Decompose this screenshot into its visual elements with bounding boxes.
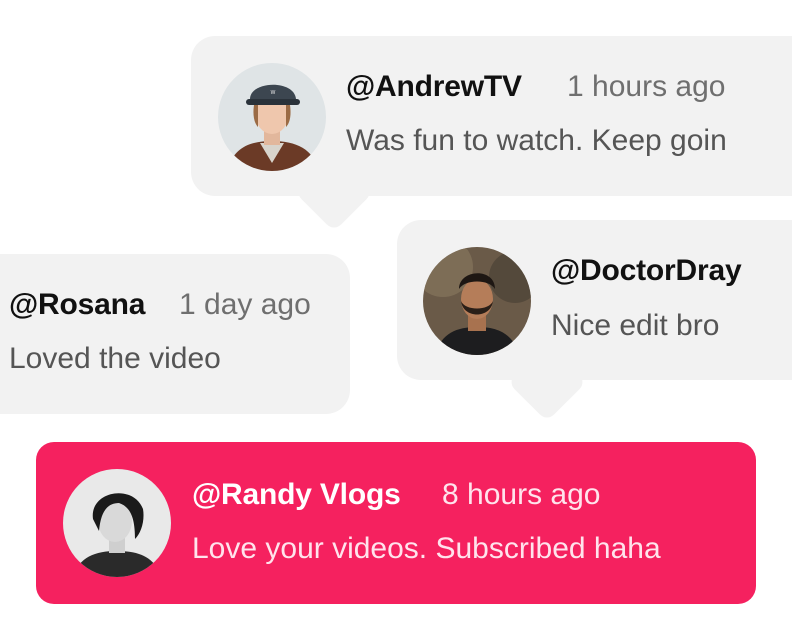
comment-bubble-rosana[interactable]	[0, 254, 350, 414]
avatar-doctordray[interactable]	[423, 247, 531, 355]
comment-text: Nice edit bro	[551, 309, 720, 342]
comment-handle[interactable]: @DoctorDray	[551, 254, 742, 288]
comment-text: Loved the video	[9, 342, 221, 375]
comment-timestamp: 1 hours ago	[567, 70, 726, 103]
avatar-randy[interactable]	[63, 469, 171, 577]
comment-timestamp: 1 day ago	[179, 288, 311, 321]
comment-card-highlighted[interactable]: @Randy Vlogs 8 hours ago Love your video…	[36, 442, 756, 604]
svg-text:W: W	[271, 90, 276, 96]
comment-text: Love your videos. Subscribed haha	[192, 532, 661, 565]
comment-timestamp: 8 hours ago	[442, 478, 601, 511]
comment-handle[interactable]: @Rosana	[9, 288, 145, 322]
comment-text: Was fun to watch. Keep goin	[346, 124, 727, 157]
avatar-andrewtv[interactable]: W	[218, 63, 326, 171]
comment-handle[interactable]: @Randy Vlogs	[192, 478, 401, 512]
avatar-photo-andrew: W	[218, 63, 326, 171]
avatar-photo-doctordray	[423, 247, 531, 355]
comment-handle[interactable]: @AndrewTV	[346, 70, 522, 104]
comments-showcase: W @AndrewTV 1 hours ago Was fun to watch…	[0, 0, 792, 640]
avatar-photo-randy	[63, 469, 171, 577]
